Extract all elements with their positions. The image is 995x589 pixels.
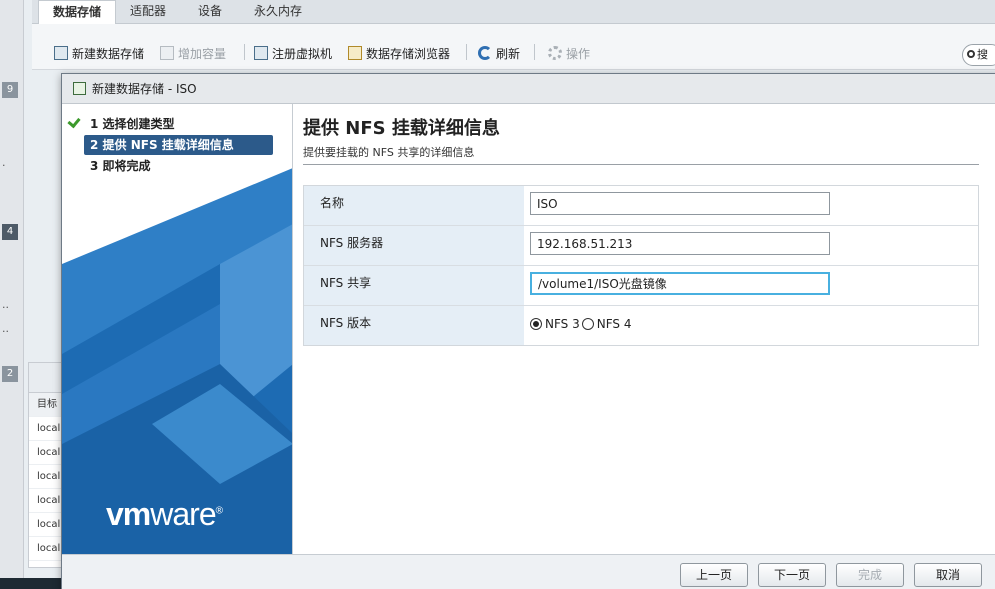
nfs-version-radio-group: NFS 3 NFS 4 [530, 312, 978, 331]
register-vm-icon [254, 46, 268, 60]
nfs-server-label: NFS 服务器 [304, 226, 524, 265]
nfs-share-label: NFS 共享 [304, 266, 524, 305]
back-button[interactable]: 上一页 [680, 563, 748, 587]
form-row-share: NFS 共享 [304, 266, 978, 306]
finish-button[interactable]: 完成 [836, 563, 904, 587]
ellipsis: . [2, 156, 6, 169]
nfs-share-input[interactable] [530, 272, 830, 295]
nfs-server-input[interactable] [530, 232, 830, 255]
count-badge: 9 [2, 82, 18, 98]
new-datastore-icon [54, 46, 68, 60]
left-rail: 9 . 4 .. .. 2 [0, 0, 24, 589]
gear-icon [548, 46, 562, 60]
refresh-icon [478, 46, 492, 60]
dialog-footer: 上一页 下一页 完成 取消 [62, 554, 995, 589]
next-button[interactable]: 下一页 [758, 563, 826, 587]
ellipsis: .. [2, 298, 9, 311]
name-input[interactable] [530, 192, 830, 215]
form-row-server: NFS 服务器 [304, 226, 978, 266]
tab-bar: 数据存储 适配器 设备 永久内存 [32, 0, 995, 24]
datastore-browser-icon [348, 46, 362, 60]
count-badge: 4 [2, 224, 18, 240]
toolbar-separator [244, 44, 245, 60]
count-badge: 2 [2, 366, 18, 382]
search-icon [967, 50, 975, 58]
new-datastore-dialog: 新建数据存储 - ISO 1 选择创建类型 2 提供 NFS 挂载详细信息 3 … [61, 73, 995, 589]
actions-button[interactable]: 操作 [548, 44, 590, 62]
nfs3-radio[interactable] [530, 318, 542, 330]
tab-devices[interactable]: 设备 [198, 0, 222, 24]
nfs-version-label: NFS 版本 [304, 306, 524, 345]
vmware-logo: vmware® [106, 496, 223, 532]
search-input[interactable]: 搜 [962, 44, 995, 66]
wizard-content: 提供 NFS 挂载详细信息 提供要挂载的 NFS 共享的详细信息 名称 NFS … [294, 104, 995, 554]
register-vm-button[interactable]: 注册虚拟机 [254, 44, 332, 62]
dialog-title: 新建数据存储 - ISO [92, 82, 197, 96]
nfs3-label: NFS 3 [545, 317, 580, 331]
increase-capacity-icon [160, 46, 174, 60]
toolbar-separator [534, 44, 535, 60]
ellipsis: .. [2, 322, 9, 335]
datastore-browser-button[interactable]: 数据存储浏览器 [348, 44, 450, 62]
refresh-button[interactable]: 刷新 [478, 44, 520, 62]
toolbar: 新建数据存储 增加容量 注册虚拟机 数据存储浏览器 刷新 操作 [32, 24, 995, 70]
nfs4-label: NFS 4 [596, 317, 632, 331]
page-subtitle: 提供要挂载的 NFS 共享的详细信息 [303, 146, 475, 159]
datastore-icon [73, 82, 86, 95]
step-ready-to-complete[interactable]: 3 即将完成 [84, 156, 157, 176]
name-label: 名称 [304, 186, 524, 225]
toolbar-separator [466, 44, 467, 60]
form-row-version: NFS 版本 NFS 3 NFS 4 [304, 306, 978, 345]
step-select-type[interactable]: 1 选择创建类型 [84, 114, 181, 134]
dialog-titlebar[interactable]: 新建数据存储 - ISO [62, 74, 995, 104]
tab-persistent-memory[interactable]: 永久内存 [254, 0, 302, 24]
form-row-name: 名称 [304, 186, 978, 226]
tab-adapters[interactable]: 适配器 [130, 0, 166, 24]
nfs-form: 名称 NFS 服务器 NFS 共享 NFS 版本 NFS 3 NFS 4 [303, 185, 979, 346]
tab-datastores[interactable]: 数据存储 [38, 0, 117, 24]
cancel-button[interactable]: 取消 [914, 563, 982, 587]
step-nfs-details[interactable]: 2 提供 NFS 挂载详细信息 [84, 135, 273, 155]
divider [303, 164, 979, 165]
nfs4-radio[interactable] [581, 318, 594, 330]
increase-capacity-button[interactable]: 增加容量 [160, 44, 226, 62]
new-datastore-button[interactable]: 新建数据存储 [54, 44, 144, 62]
wizard-steps: 1 选择创建类型 2 提供 NFS 挂载详细信息 3 即将完成 vmware® [62, 104, 293, 554]
page-title: 提供 NFS 挂载详细信息 [303, 118, 500, 139]
